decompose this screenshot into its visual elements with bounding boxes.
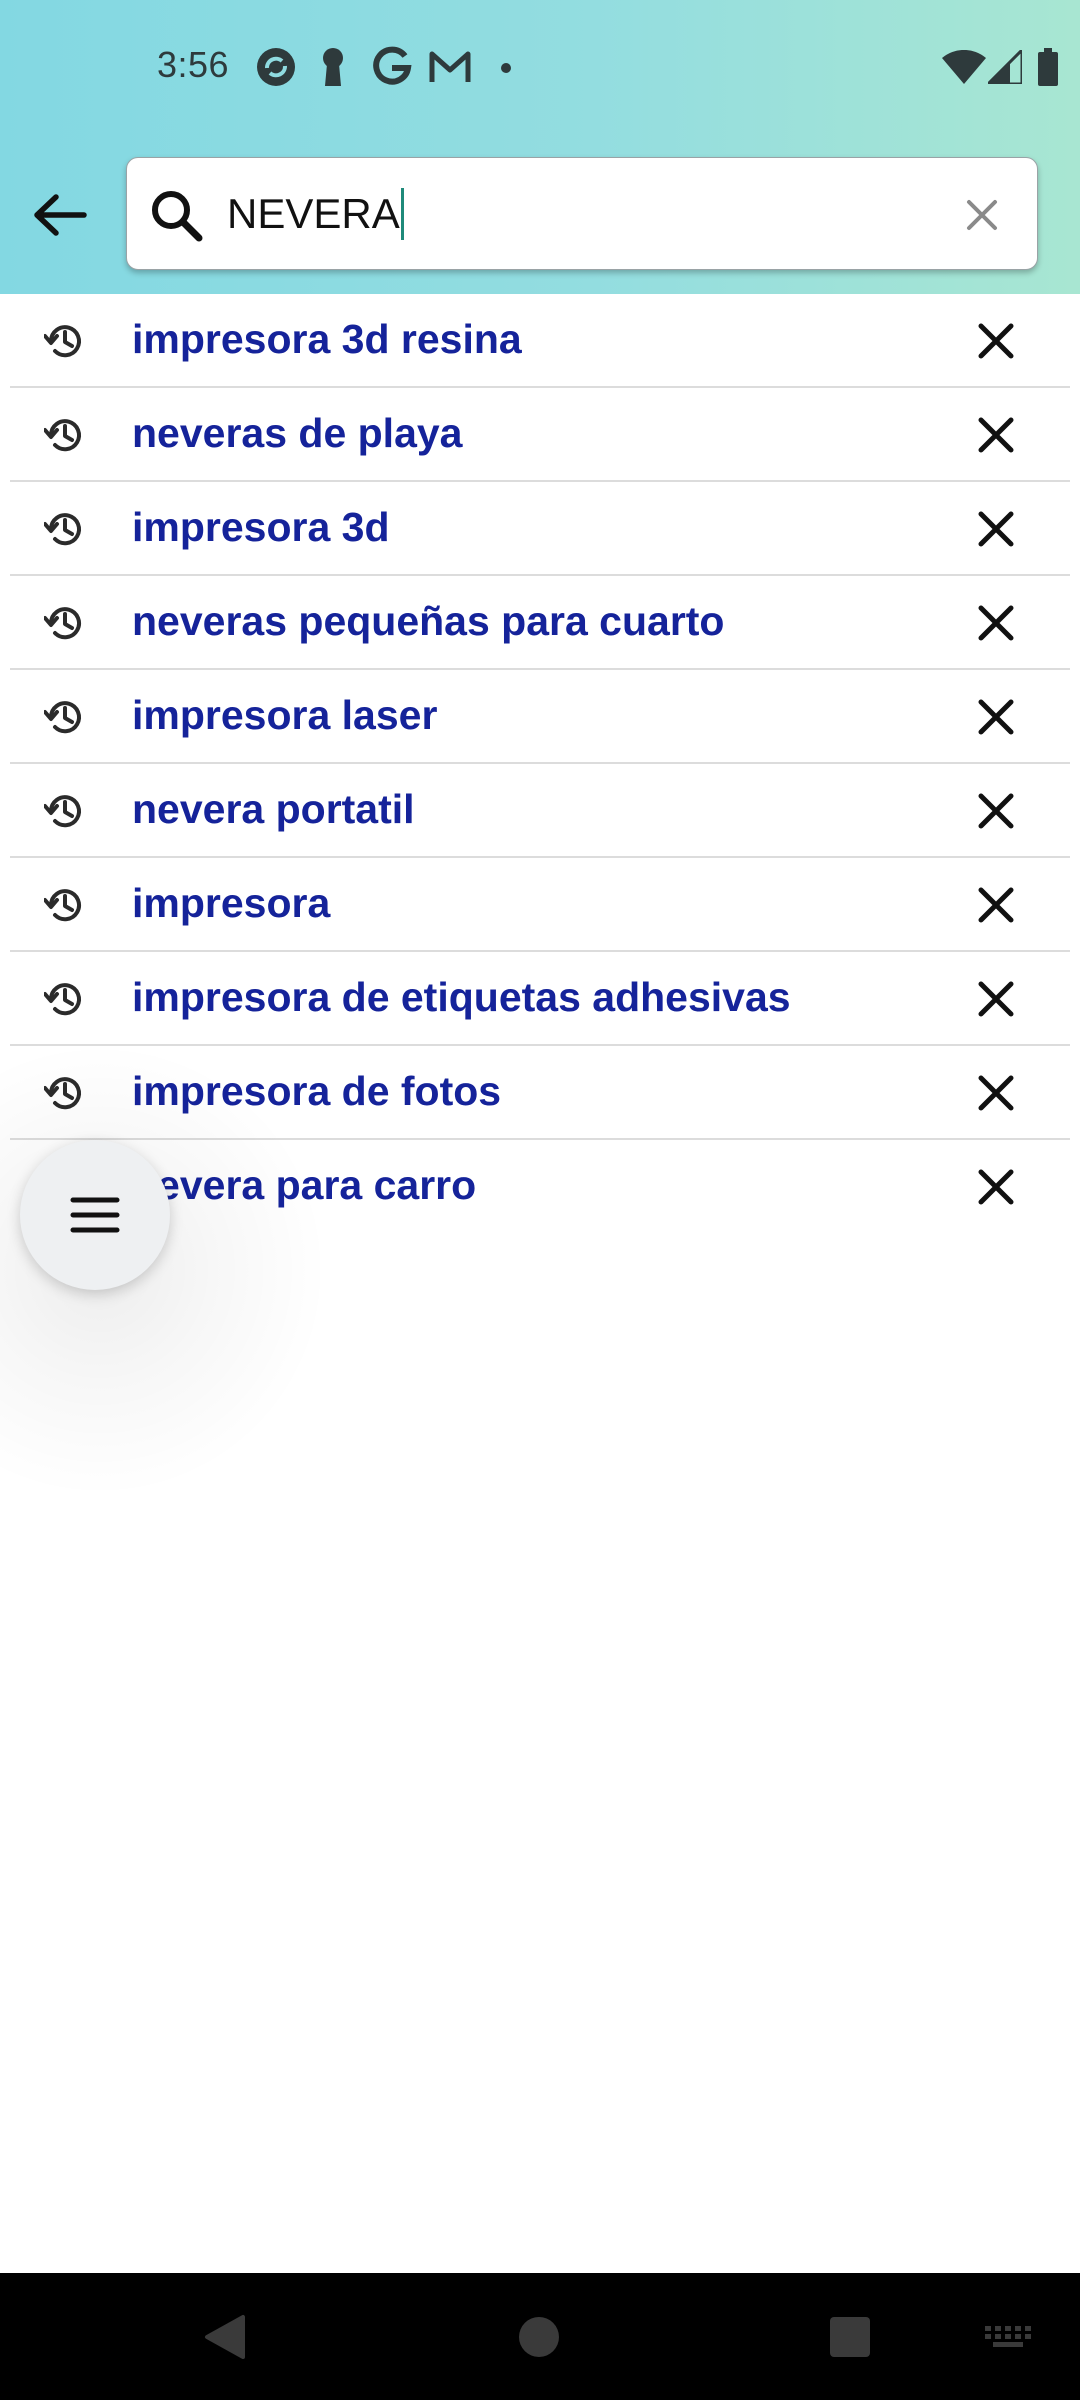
suggestion-row[interactable]: impresora de etiquetas adhesivas	[0, 952, 1080, 1046]
signal-icon	[988, 50, 1022, 84]
recents-square-icon	[830, 2316, 870, 2357]
close-icon	[978, 1169, 1014, 1205]
google-icon	[372, 46, 412, 88]
back-triangle-icon	[205, 2314, 245, 2359]
suggestion-row[interactable]: impresora	[0, 858, 1080, 952]
wifi-icon	[942, 50, 986, 84]
suggestion-row[interactable]: impresora 3d	[0, 482, 1080, 576]
nav-home-button[interactable]	[494, 2273, 584, 2400]
close-icon	[978, 793, 1014, 829]
back-button[interactable]	[20, 175, 100, 255]
suggestion-text: impresora de fotos	[132, 1068, 502, 1114]
history-icon	[43, 602, 86, 644]
gmail-icon	[428, 46, 472, 88]
app-root: 3:56 NEVERA impresora 3d resina neveras …	[0, 0, 1080, 2400]
search-input-value: NEVERA	[227, 190, 400, 237]
search-icon	[149, 188, 203, 242]
battery-icon	[1037, 48, 1059, 86]
remove-suggestion-button[interactable]	[972, 693, 1020, 741]
suggestion-row[interactable]: impresora de fotos	[0, 1046, 1080, 1140]
suggestion-row[interactable]: neveras de playa	[0, 388, 1080, 482]
search-input[interactable]: NEVERA	[227, 182, 927, 246]
remove-suggestion-button[interactable]	[972, 317, 1020, 365]
home-circle-icon	[519, 2316, 559, 2357]
keyhole-icon	[318, 46, 348, 88]
close-icon	[967, 200, 997, 230]
nav-keyboard-button[interactable]	[970, 2273, 1046, 2400]
history-icon	[43, 414, 86, 456]
suggestion-text: neveras de playa	[132, 410, 463, 456]
keyboard-icon	[985, 2325, 1031, 2347]
suggestion-row[interactable]: nevera portatil	[0, 764, 1080, 858]
close-icon	[978, 605, 1014, 641]
clear-search-button[interactable]	[955, 188, 1009, 242]
remove-suggestion-button[interactable]	[972, 1163, 1020, 1211]
close-icon	[978, 511, 1014, 547]
suggestion-row[interactable]: neveras pequeñas para cuarto	[0, 576, 1080, 670]
remove-suggestion-button[interactable]	[972, 881, 1020, 929]
history-icon	[43, 320, 86, 362]
close-icon	[978, 887, 1014, 923]
history-icon	[43, 696, 86, 738]
hamburger-menu-icon	[70, 1197, 120, 1233]
suggestion-text: impresora 3d resina	[132, 316, 522, 362]
remove-suggestion-button[interactable]	[972, 411, 1020, 459]
suggestion-text: impresora	[132, 880, 331, 926]
suggestion-text: nevera para carro	[132, 1162, 477, 1208]
suggestion-text: impresora laser	[132, 692, 438, 738]
status-bar: 3:56	[0, 0, 1080, 140]
suggestion-text: impresora 3d	[132, 504, 390, 550]
history-icon	[43, 1072, 86, 1114]
dot-icon	[500, 62, 512, 74]
sync-icon	[255, 46, 297, 88]
history-icon	[43, 790, 86, 832]
remove-suggestion-button[interactable]	[972, 787, 1020, 835]
header: 3:56 NEVERA	[0, 0, 1080, 294]
nav-back-button[interactable]	[180, 2273, 270, 2400]
suggestion-list: impresora 3d resina neveras de playa impre…	[0, 294, 1080, 1234]
arrow-left-icon	[34, 194, 87, 236]
suggestion-row[interactable]: impresora 3d resina	[0, 294, 1080, 388]
status-time: 3:56	[157, 44, 230, 85]
close-icon	[978, 323, 1014, 359]
text-caret	[400, 188, 404, 240]
close-icon	[978, 699, 1014, 735]
close-icon	[978, 1075, 1014, 1111]
search-bar[interactable]: NEVERA	[126, 157, 1038, 270]
suggestion-row[interactable]: impresora laser	[0, 670, 1080, 764]
remove-suggestion-button[interactable]	[972, 975, 1020, 1023]
history-icon	[43, 978, 86, 1020]
nav-recents-button[interactable]	[805, 2273, 895, 2400]
history-icon	[43, 884, 86, 926]
remove-suggestion-button[interactable]	[972, 599, 1020, 647]
suggestion-text: nevera portatil	[132, 786, 415, 832]
menu-button[interactable]	[20, 1140, 170, 1290]
close-icon	[978, 417, 1014, 453]
suggestion-text: impresora de etiquetas adhesivas	[132, 974, 791, 1020]
remove-suggestion-button[interactable]	[972, 505, 1020, 553]
suggestion-text: neveras pequeñas para cuarto	[132, 598, 725, 644]
history-icon	[43, 508, 86, 550]
remove-suggestion-button[interactable]	[972, 1069, 1020, 1117]
navigation-bar	[0, 2273, 1080, 2400]
close-icon	[978, 981, 1014, 1017]
